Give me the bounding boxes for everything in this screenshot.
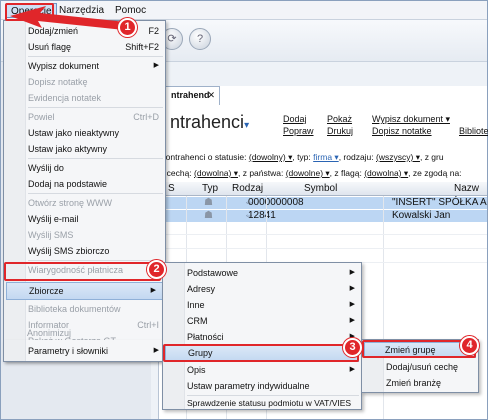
step-badge-2: 2: [147, 260, 166, 279]
step-badge-3: 3: [343, 338, 362, 357]
step-badge-4: 4: [460, 336, 479, 355]
pointer-arrow-icon: [10, 6, 126, 30]
step-badge-1: 1: [118, 18, 137, 37]
